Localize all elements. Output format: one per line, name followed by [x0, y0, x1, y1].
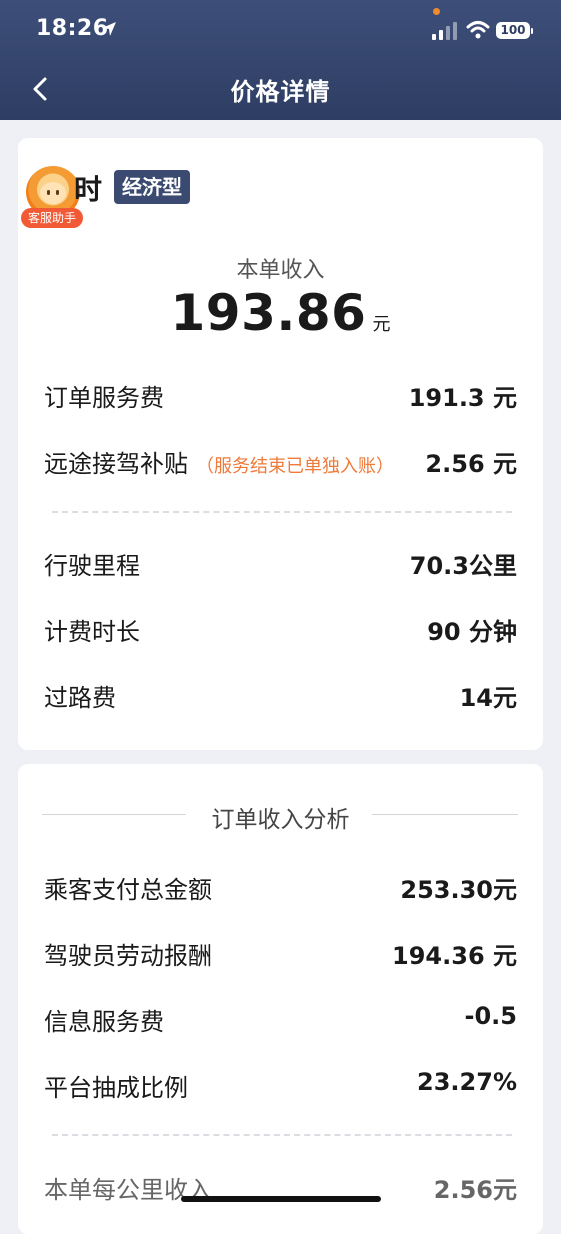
analysis-row-commission: 平台抽成比例 23.27%: [44, 1068, 517, 1108]
avatar-eye-right: [56, 190, 59, 195]
fee-row-service: 订单服务费 191.3 元: [44, 378, 517, 418]
analysis-label: 信息服务费: [44, 1008, 164, 1036]
dashed-divider: [52, 511, 512, 513]
status-time: 18:26: [36, 16, 109, 41]
status-bar: 18:26 100: [0, 0, 561, 60]
trip-label: 过路费: [44, 684, 116, 712]
per-km-value: 2.56元: [433, 1176, 517, 1204]
fee-value: 191.3 元: [408, 384, 517, 412]
battery-icon: 100: [496, 22, 533, 39]
trip-value: 90 分钟: [427, 618, 517, 646]
recording-dot: [433, 8, 440, 15]
income-card: 客服助手 时 经济型 本单收入 193.86 元 订单服务费 191.3 元 远途…: [18, 138, 543, 750]
analysis-value: 194.36 元: [392, 942, 517, 970]
car-type-badge: 经济型: [114, 170, 190, 204]
analysis-row-per-km: 本单每公里收入 2.56元: [44, 1170, 517, 1210]
avatar-face: [40, 182, 66, 204]
subsidy-label: 远途接驾补贴: [44, 450, 188, 478]
trip-row-distance: 行驶里程 70.3公里: [44, 546, 517, 586]
customer-service-badge[interactable]: 客服助手: [21, 208, 83, 228]
cellular-signal-icon: [432, 22, 457, 40]
analysis-value: 253.30元: [400, 876, 517, 904]
analysis-row-passenger-total: 乘客支付总金额 253.30元: [44, 870, 517, 910]
trip-row-toll: 过路费 14元: [44, 678, 517, 718]
income-amount: 193.86 元: [18, 284, 543, 342]
trip-value: 70.3公里: [409, 552, 517, 580]
analysis-label: 乘客支付总金额: [44, 876, 212, 904]
analysis-row-info-fee: 信息服务费 -0.5: [44, 1002, 517, 1042]
subsidy-note: （服务结束已单独入账）: [196, 456, 394, 477]
trip-value: 14元: [459, 684, 517, 712]
fee-label: 远途接驾补贴 （服务结束已单独入账）: [44, 444, 394, 479]
analysis-value: 23.27%: [417, 1068, 517, 1096]
home-indicator[interactable]: [181, 1196, 381, 1202]
analysis-row-driver-pay: 驾驶员劳动报酬 194.36 元: [44, 936, 517, 976]
income-unit: 元: [372, 314, 391, 335]
fee-row-subsidy: 远途接驾补贴 （服务结束已单独入账） 2.56 元: [44, 444, 517, 484]
income-label: 本单收入: [236, 258, 325, 283]
fee-label: 订单服务费: [44, 384, 164, 412]
top-header: 18:26 100 价格详情: [0, 0, 561, 120]
dashed-divider: [52, 1134, 512, 1136]
location-arrow-icon: [102, 22, 116, 36]
section-divider-right: [372, 814, 518, 815]
trip-row-duration: 计费时长 90 分钟: [44, 612, 517, 652]
analysis-label: 平台抽成比例: [44, 1074, 188, 1102]
analysis-title: 订单收入分析: [211, 807, 350, 833]
fee-value: 2.56 元: [425, 450, 517, 478]
page-title: 价格详情: [230, 78, 331, 106]
avatar-eye-left: [47, 190, 50, 195]
trip-label: 计费时长: [44, 618, 140, 646]
income-value: 193.86: [170, 284, 367, 342]
trip-label: 行驶里程: [44, 552, 140, 580]
wifi-icon: [466, 21, 490, 39]
driver-name: 时: [74, 173, 103, 206]
analysis-value: -0.5: [464, 1002, 517, 1030]
analysis-label: 驾驶员劳动报酬: [44, 942, 212, 970]
income-analysis-card: 订单收入分析 乘客支付总金额 253.30元 驾驶员劳动报酬 194.36 元 …: [18, 764, 543, 1234]
